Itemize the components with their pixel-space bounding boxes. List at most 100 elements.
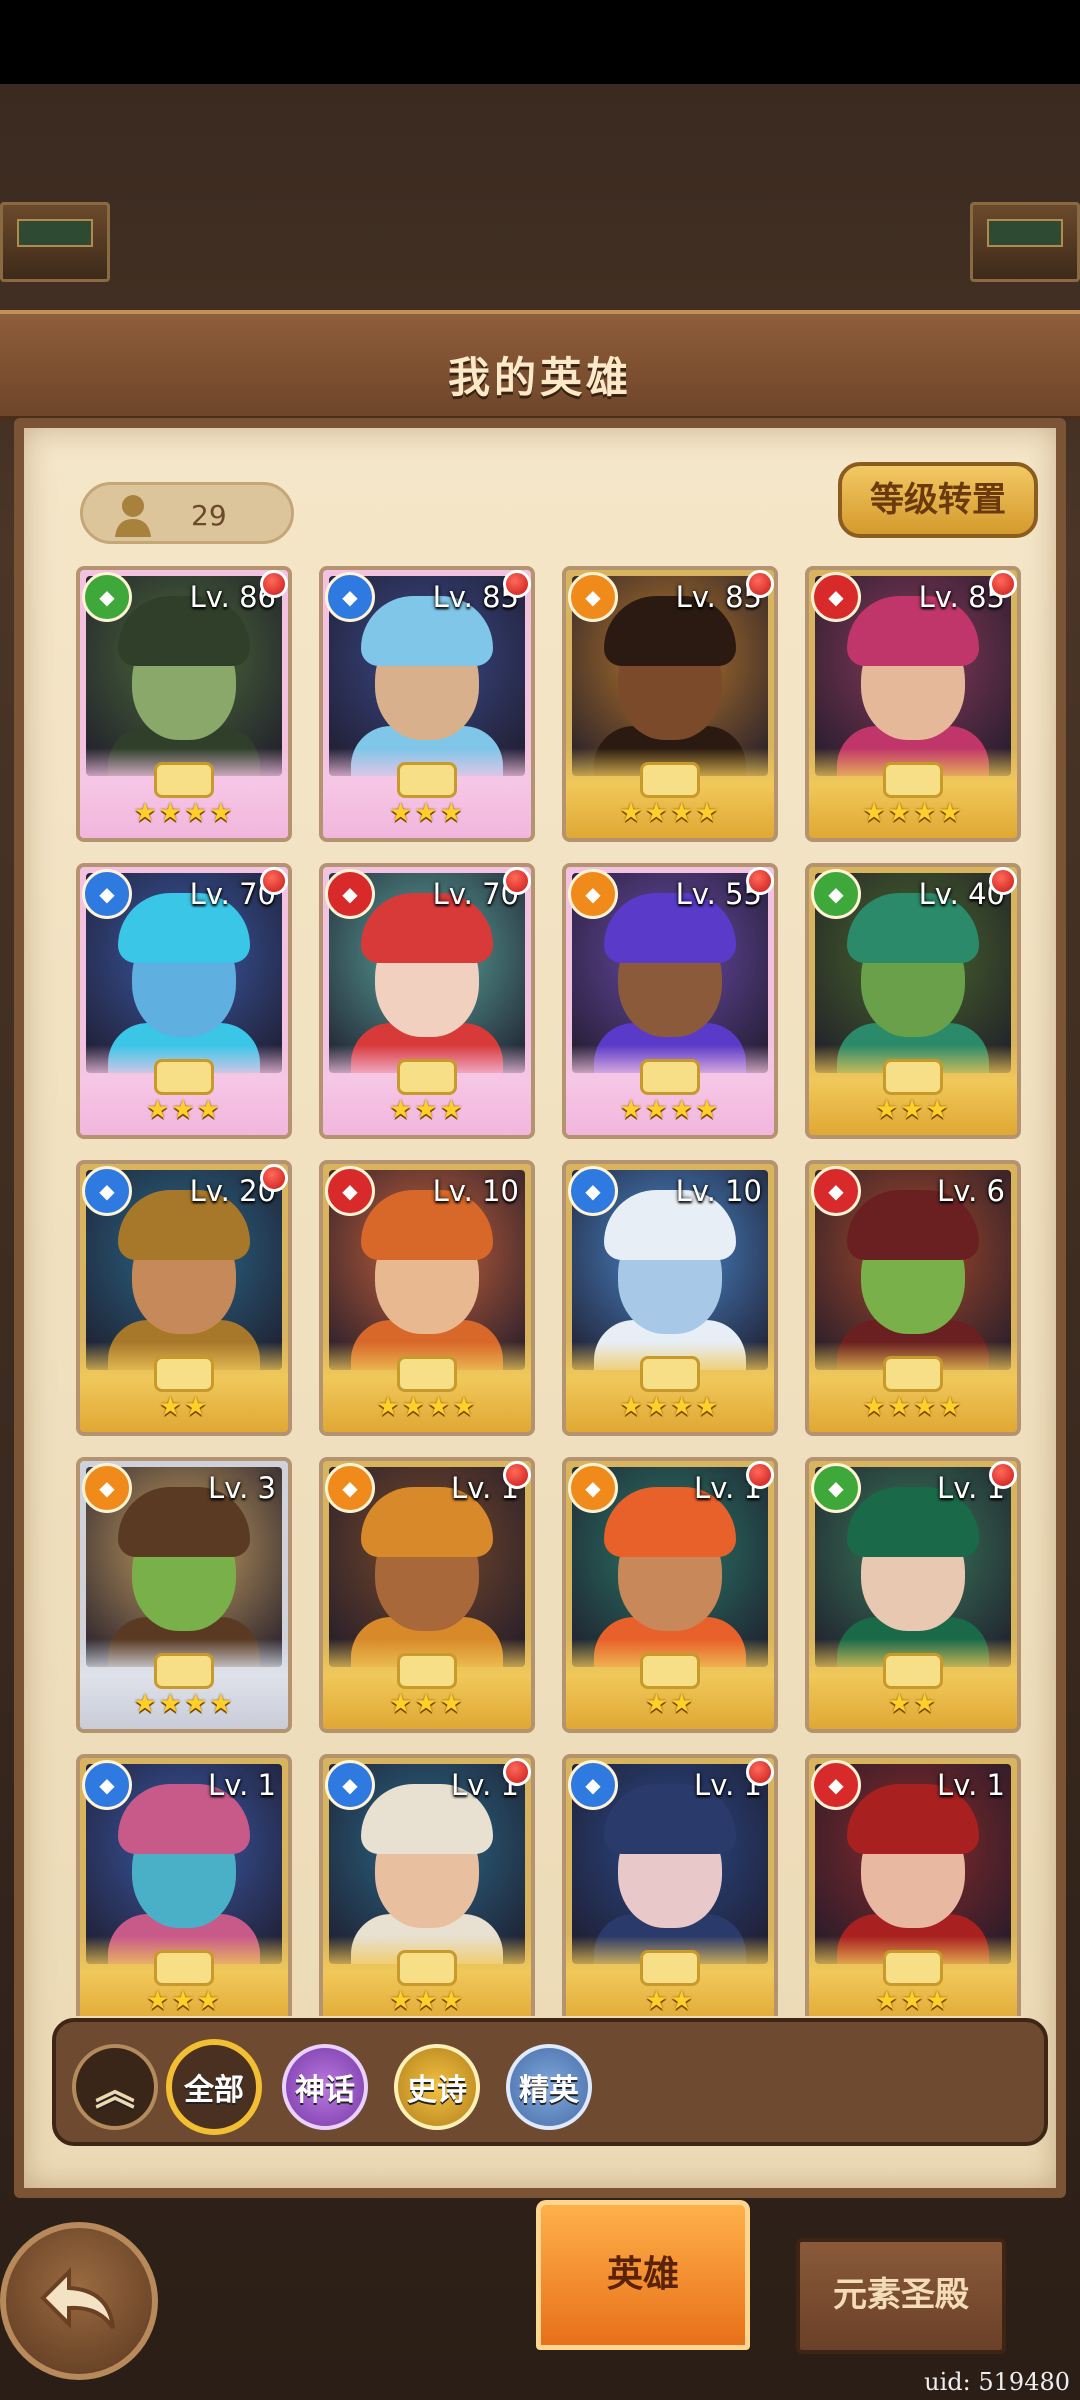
rank-emblem-icon [883, 1059, 943, 1095]
back-button[interactable] [0, 2222, 158, 2380]
element-blue-icon: ◆ [568, 1760, 618, 1810]
hero-count-value: 29 [191, 499, 227, 532]
hero-card[interactable]: ◆ Lv. 10 ★★★★ [319, 1160, 535, 1436]
notification-dot-icon [260, 867, 288, 895]
back-arrow-icon [40, 2267, 115, 2330]
rank-emblem-icon [883, 1950, 943, 1986]
hero-card[interactable]: ◆ Lv. 3 ★★★★ [76, 1457, 292, 1733]
hero-card[interactable]: ◆ Lv. 1 ★★★ [319, 1754, 535, 2016]
hero-stars: ★★★★ [133, 1689, 235, 1719]
page-title: 我的英雄 [447, 353, 632, 402]
tab-hero[interactable]: 英雄 [536, 2200, 750, 2350]
filter-all-button[interactable]: 全部 [166, 2039, 262, 2135]
rank-emblem-icon [154, 1356, 214, 1392]
hero-card[interactable]: ◆ Lv. 1 ★★★ [76, 1754, 292, 2016]
element-blue-icon: ◆ [82, 869, 132, 919]
element-blue-icon: ◆ [325, 1760, 375, 1810]
hero-card[interactable]: ◆ Lv. 55 ★★★★ [562, 863, 778, 1139]
hero-level: Lv. 3 [208, 1471, 276, 1505]
hero-card[interactable]: ◆ Lv. 6 ★★★★ [805, 1160, 1021, 1436]
notification-dot-icon [503, 1758, 531, 1786]
element-green-icon: ◆ [811, 869, 861, 919]
hero-stars: ★★★ [389, 1095, 465, 1125]
notification-dot-icon [260, 570, 288, 598]
hero-panel: 29 等级转置 ◆ Lv. 86 ★★★★ ◆ Lv. 85 ★★★ ◆ Lv. 85 ★★★★… [14, 418, 1066, 2198]
hero-card[interactable]: ◆ Lv. 85 ★★★★ [805, 566, 1021, 842]
hero-card[interactable]: ◆ Lv. 1 ★★ [562, 1457, 778, 1733]
element-orange-icon: ◆ [568, 1463, 618, 1513]
element-blue-icon: ◆ [82, 1760, 132, 1810]
element-orange-icon: ◆ [568, 572, 618, 622]
rank-emblem-icon [397, 1059, 457, 1095]
filter-elite-button[interactable]: 精英 [506, 2044, 592, 2130]
rank-emblem-icon [397, 762, 457, 798]
filter-bar: ︽ 全部 神话 史诗 精英 [52, 2018, 1048, 2146]
pillar-decoration-left [0, 202, 110, 282]
element-blue-icon: ◆ [82, 1166, 132, 1216]
hero-card[interactable]: ◆ Lv. 1 ★★★ [805, 1754, 1021, 2016]
notification-dot-icon [746, 867, 774, 895]
rank-emblem-icon [640, 1059, 700, 1095]
rank-emblem-icon [397, 1950, 457, 1986]
rank-emblem-icon [397, 1653, 457, 1689]
hero-card[interactable]: ◆ Lv. 1 ★★★ [319, 1457, 535, 1733]
rank-emblem-icon [883, 1356, 943, 1392]
element-green-icon: ◆ [82, 572, 132, 622]
hero-level: Lv. 6 [937, 1174, 1005, 1208]
rank-emblem-icon [154, 1059, 214, 1095]
filter-myth-button[interactable]: 神话 [282, 2044, 368, 2130]
hero-stars: ★★★★ [619, 798, 721, 828]
person-icon [115, 495, 151, 537]
rank-emblem-icon [640, 1356, 700, 1392]
element-red-icon: ◆ [325, 869, 375, 919]
hero-level: Lv. 10 [432, 1174, 519, 1208]
hero-stars: ★★★★ [619, 1095, 721, 1125]
hero-card[interactable]: ◆ Lv. 85 ★★★ [319, 566, 535, 842]
collapse-button[interactable]: ︽ [72, 2044, 158, 2130]
hero-stars: ★★★ [875, 1986, 951, 2016]
hero-stars: ★★ [158, 1392, 210, 1422]
hero-stars: ★★★★ [619, 1392, 721, 1422]
hero-card[interactable]: ◆ Lv. 10 ★★★★ [562, 1160, 778, 1436]
hero-card[interactable]: ◆ Lv. 1 ★★ [805, 1457, 1021, 1733]
hero-card[interactable]: ◆ Lv. 20 ★★ [76, 1160, 292, 1436]
rank-emblem-icon [883, 1653, 943, 1689]
level-swap-button[interactable]: 等级转置 [838, 462, 1038, 538]
hero-stars: ★★★ [389, 1986, 465, 2016]
element-blue-icon: ◆ [325, 572, 375, 622]
hero-grid: ◆ Lv. 86 ★★★★ ◆ Lv. 85 ★★★ ◆ Lv. 85 ★★★★ ◆ Lv. 85 ★… [76, 566, 1036, 2016]
rank-emblem-icon [640, 762, 700, 798]
hero-stars: ★★★ [389, 798, 465, 828]
notification-dot-icon [746, 1758, 774, 1786]
notification-dot-icon [503, 570, 531, 598]
element-orange-icon: ◆ [82, 1463, 132, 1513]
hero-stars: ★★ [644, 1986, 696, 2016]
hero-card[interactable]: ◆ Lv. 40 ★★★ [805, 863, 1021, 1139]
rank-emblem-icon [397, 1356, 457, 1392]
filter-epic-button[interactable]: 史诗 [394, 2044, 480, 2130]
hero-card[interactable]: ◆ Lv. 70 ★★★ [319, 863, 535, 1139]
hero-stars: ★★★ [146, 1986, 222, 2016]
rank-emblem-icon [640, 1950, 700, 1986]
header-bar: 我的英雄 [0, 310, 1080, 420]
hero-stars: ★★★ [146, 1095, 222, 1125]
hero-stars: ★★★★ [862, 1392, 964, 1422]
rank-emblem-icon [883, 762, 943, 798]
hero-level: Lv. 10 [675, 1174, 762, 1208]
tab-element-temple[interactable]: 元素圣殿 [796, 2238, 1006, 2354]
element-red-icon: ◆ [811, 572, 861, 622]
hero-card[interactable]: ◆ Lv. 86 ★★★★ [76, 566, 292, 842]
rank-emblem-icon [154, 762, 214, 798]
notification-dot-icon [989, 1461, 1017, 1489]
hero-card[interactable]: ◆ Lv. 1 ★★ [562, 1754, 778, 2016]
notification-dot-icon [503, 1461, 531, 1489]
hero-stars: ★★★★ [133, 798, 235, 828]
hero-stars: ★★ [887, 1689, 939, 1719]
element-red-icon: ◆ [811, 1760, 861, 1810]
hero-stars: ★★★★ [376, 1392, 478, 1422]
hero-card[interactable]: ◆ Lv. 70 ★★★ [76, 863, 292, 1139]
element-red-icon: ◆ [811, 1166, 861, 1216]
hero-count: 29 [80, 482, 294, 544]
uid-label: uid: 519480 [924, 2368, 1070, 2396]
hero-card[interactable]: ◆ Lv. 85 ★★★★ [562, 566, 778, 842]
